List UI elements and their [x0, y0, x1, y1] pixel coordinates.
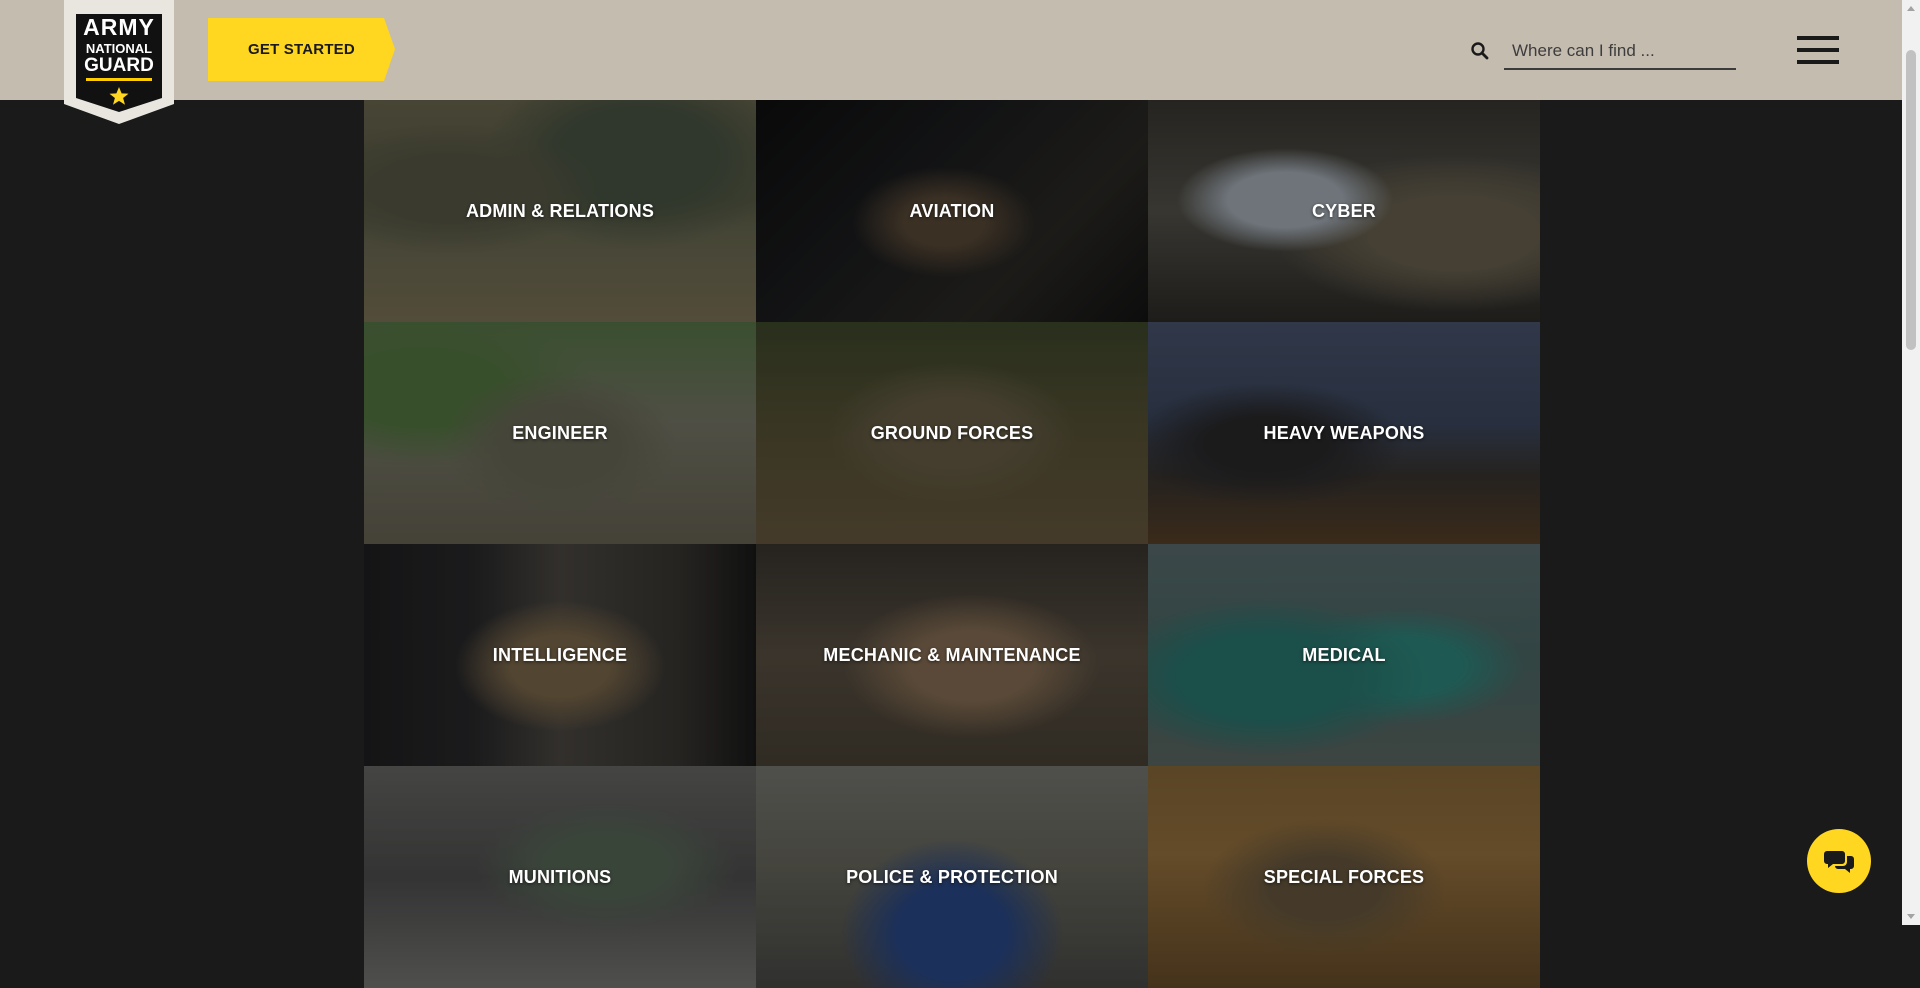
- army-national-guard-logo[interactable]: ARMY NATIONAL GUARD: [64, 0, 174, 124]
- hamburger-menu-icon[interactable]: [1797, 36, 1839, 64]
- logo-line-national: NATIONAL: [85, 41, 153, 56]
- scroll-down-arrow-icon[interactable]: [1907, 914, 1915, 919]
- tile-label: ADMIN & RELATIONS: [465, 200, 655, 221]
- tile-medical[interactable]: MEDICAL: [1148, 544, 1540, 766]
- tile-engineer[interactable]: ENGINEER: [364, 322, 756, 544]
- logo-wordmark: ARMY NATIONAL GUARD: [78, 16, 160, 81]
- tile-label: MECHANIC & MAINTENANCE: [823, 644, 1081, 665]
- chat-bubbles-icon: [1824, 851, 1854, 873]
- search-icon[interactable]: [1470, 41, 1490, 61]
- tile-label: ENGINEER: [512, 422, 608, 443]
- tile-admin-relations[interactable]: ADMIN & RELATIONS: [364, 100, 756, 322]
- tile-label: SPECIAL FORCES: [1263, 866, 1425, 887]
- tile-munitions[interactable]: MUNITIONS: [364, 766, 756, 988]
- scrollbar-thumb[interactable]: [1906, 50, 1916, 350]
- tile-special-forces[interactable]: SPECIAL FORCES: [1148, 766, 1540, 988]
- logo-line-army: ARMY: [83, 14, 155, 40]
- tile-label: AVIATION: [909, 200, 995, 221]
- tile-mechanic-maintenance[interactable]: MECHANIC & MAINTENANCE: [756, 544, 1148, 766]
- tile-label: INTELLIGENCE: [492, 644, 628, 665]
- tile-intelligence[interactable]: INTELLIGENCE: [364, 544, 756, 766]
- tile-label: MUNITIONS: [508, 866, 612, 887]
- tile-aviation[interactable]: AVIATION: [756, 100, 1148, 322]
- tile-ground-forces[interactable]: GROUND FORCES: [756, 322, 1148, 544]
- logo-line-guard: GUARD: [84, 55, 154, 76]
- tile-label: GROUND FORCES: [870, 422, 1034, 443]
- get-started-button[interactable]: GET STARTED: [208, 18, 395, 81]
- vertical-scrollbar[interactable]: [1902, 0, 1920, 925]
- chat-button[interactable]: [1807, 829, 1871, 893]
- career-category-grid: ADMIN & RELATIONS AVIATION CYBER ENGINEE…: [364, 100, 1540, 988]
- tile-police-protection[interactable]: POLICE & PROTECTION: [756, 766, 1148, 988]
- tile-heavy-weapons[interactable]: HEAVY WEAPONS: [1148, 322, 1540, 544]
- site-header: GET STARTED: [0, 0, 1902, 100]
- scroll-up-arrow-icon[interactable]: [1907, 6, 1915, 11]
- tile-cyber[interactable]: CYBER: [1148, 100, 1540, 322]
- search-input[interactable]: [1504, 34, 1736, 70]
- tile-label: POLICE & PROTECTION: [846, 866, 1058, 887]
- tile-label: CYBER: [1311, 200, 1376, 221]
- tile-label: HEAVY WEAPONS: [1263, 422, 1425, 443]
- tile-label: MEDICAL: [1302, 644, 1386, 665]
- star-icon: [109, 87, 129, 105]
- logo-divider: [86, 78, 152, 81]
